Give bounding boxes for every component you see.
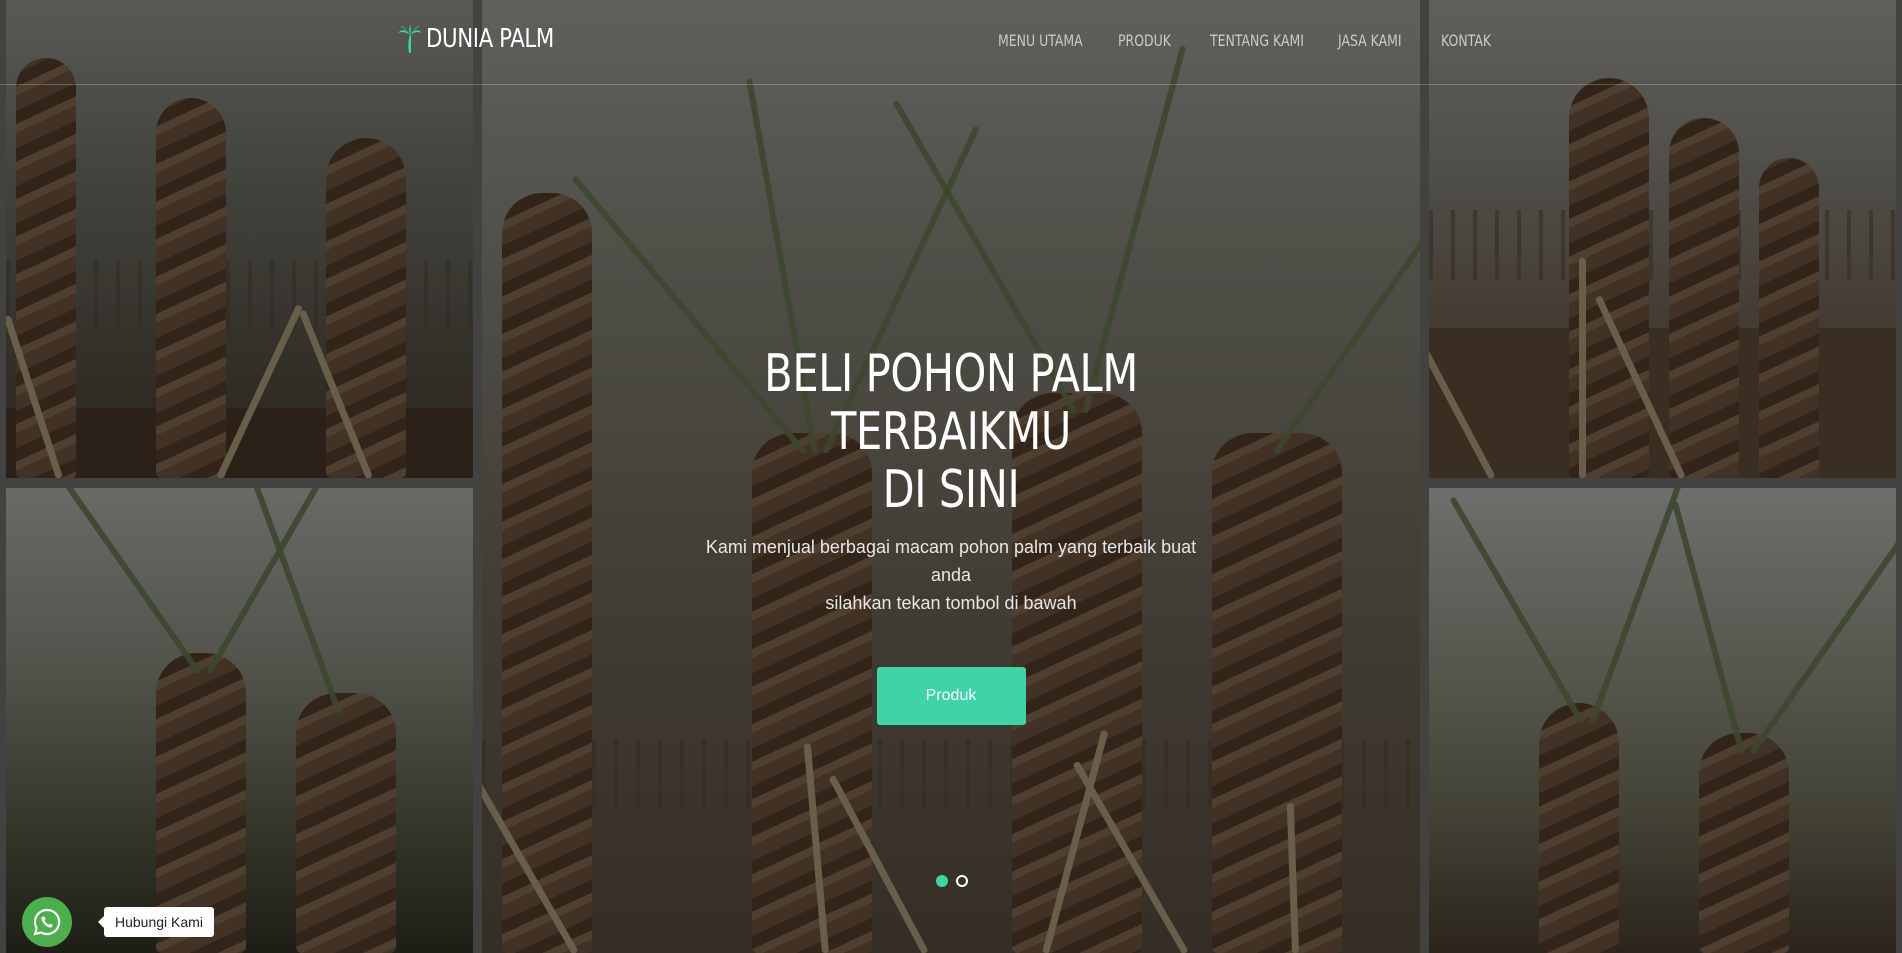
whatsapp-icon xyxy=(33,908,61,936)
hero-subtitle-line-1: Kami menjual berbagai macam pohon palm y… xyxy=(705,537,1197,585)
whatsapp-button[interactable] xyxy=(22,897,72,947)
nav-menu: MENU UTAMA PRODUK TENTANG KAMI JASA KAMI… xyxy=(998,31,1511,51)
navbar: DUNIA PALM MENU UTAMA PRODUK TENTANG KAM… xyxy=(0,0,1902,85)
whatsapp-label[interactable]: Hubungi Kami xyxy=(98,907,214,937)
hero-subtitle-wrapper: Kami menjual berbagai macam pohon palm y… xyxy=(691,533,1211,617)
nav-link-tentang-kami[interactable]: TENTANG KAMI xyxy=(1210,31,1304,50)
hero-title-line-1: BELI POHON PALM TERBAIKMU xyxy=(764,344,1138,462)
brand-name: DUNIA PALM xyxy=(426,24,554,54)
nav-menu-entry: MENU UTAMA xyxy=(998,31,1118,51)
carousel-indicators xyxy=(936,875,968,887)
nav-menu-entry: PRODUK xyxy=(1118,31,1210,51)
hero-subtitle-line-2: silahkan tekan tombol di bawah xyxy=(825,593,1077,613)
brand-logo-link[interactable]: DUNIA PALM xyxy=(398,24,582,54)
hero-subtitle: Kami menjual berbagai macam pohon palm y… xyxy=(691,533,1211,617)
produk-button[interactable]: Produk xyxy=(876,667,1026,725)
nav-menu-entry: TENTANG KAMI xyxy=(1210,31,1338,51)
nav-menu-entry: JASA KAMI xyxy=(1338,31,1441,51)
nav-link-menu-utama[interactable]: MENU UTAMA xyxy=(998,31,1083,50)
nav-link-jasa-kami[interactable]: JASA KAMI xyxy=(1338,31,1402,50)
nav-menu-entry: KONTAK xyxy=(1441,31,1511,51)
hero-content: BELI POHON PALM TERBAIKMU DI SINI Kami m… xyxy=(651,345,1251,725)
carousel-dot-1[interactable] xyxy=(936,875,948,887)
nav-link-kontak[interactable]: KONTAK xyxy=(1441,31,1491,50)
carousel-dot-2[interactable] xyxy=(956,875,968,887)
nav-link-produk[interactable]: PRODUK xyxy=(1118,31,1171,50)
hero-title-line-2: DI SINI xyxy=(882,460,1020,520)
hero-title: BELI POHON PALM TERBAIKMU DI SINI xyxy=(711,345,1191,519)
palm-tree-icon xyxy=(398,25,422,53)
